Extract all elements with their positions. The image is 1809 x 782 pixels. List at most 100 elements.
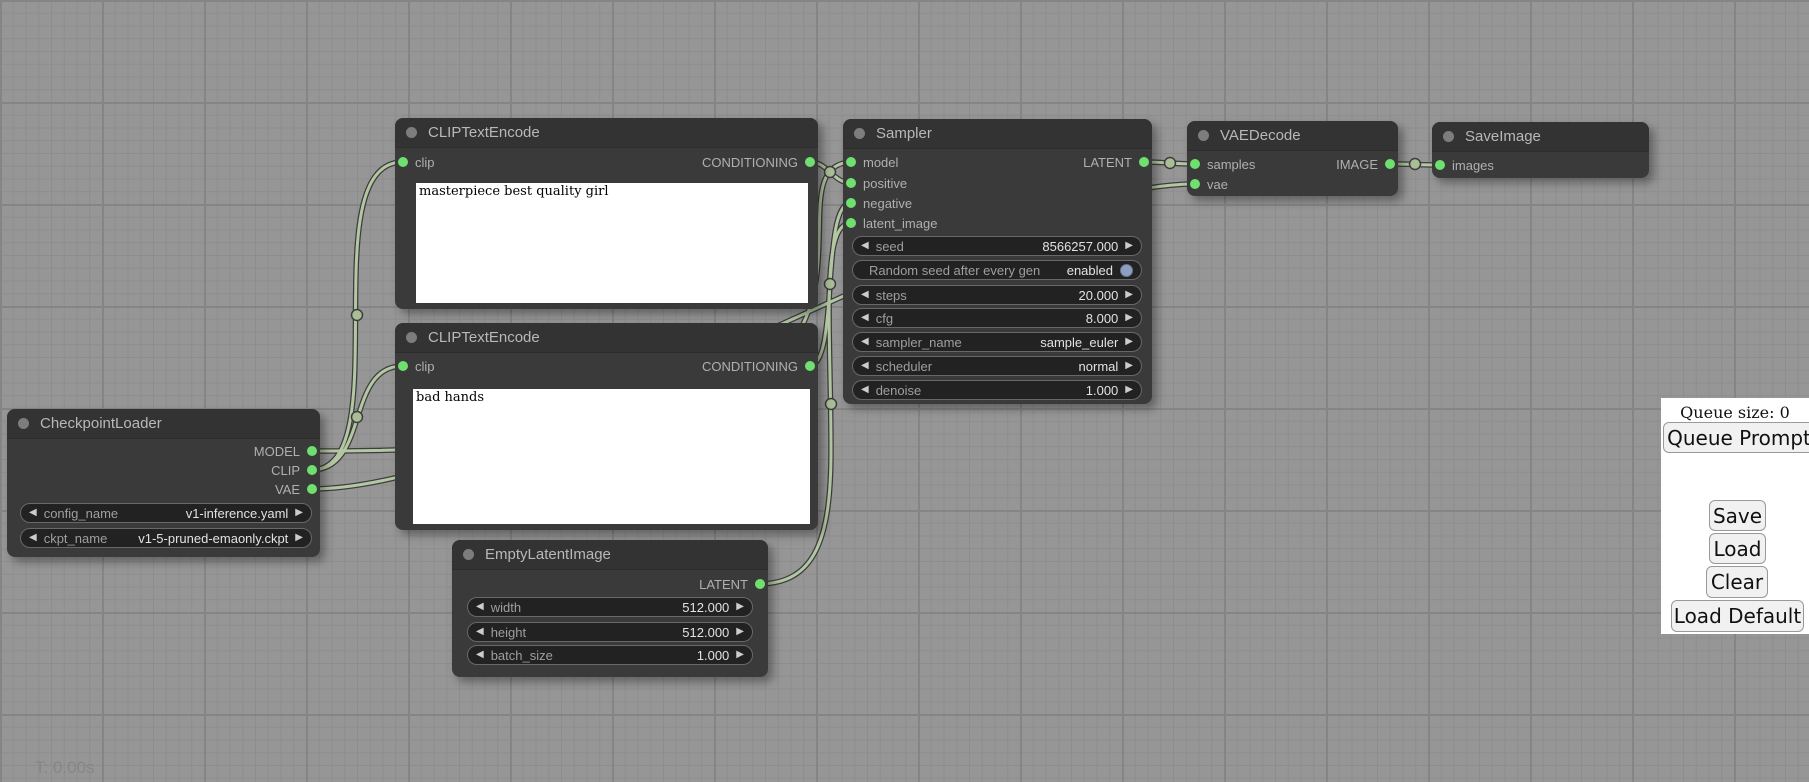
comfyui-canvas[interactable]: { "canvas": { "stats": "T: 0.00s" }, "co… [0, 0, 1809, 782]
slot-dot-icon[interactable] [755, 579, 765, 589]
decrement-arrow-icon[interactable]: ◀ [861, 290, 869, 300]
node-title-bar[interactable]: Sampler [843, 119, 1152, 149]
increment-arrow-icon[interactable]: ▶ [1125, 385, 1133, 395]
increment-arrow-icon[interactable]: ▶ [295, 533, 303, 543]
clear-button[interactable]: Clear [1706, 566, 1768, 598]
increment-arrow-icon[interactable]: ▶ [736, 602, 744, 612]
save-button[interactable]: Save [1709, 500, 1766, 531]
decrement-arrow-icon[interactable]: ◀ [861, 313, 869, 323]
widget-batch-size[interactable]: ◀ batch_size 1.000 ▶ [467, 645, 753, 665]
decrement-arrow-icon[interactable]: ◀ [476, 650, 484, 660]
slot-dot-icon[interactable] [846, 218, 856, 228]
increment-arrow-icon[interactable]: ▶ [1125, 290, 1133, 300]
positive-prompt-textarea[interactable]: masterpiece best quality girl [416, 183, 808, 303]
input-slot-clip[interactable]: clip [398, 356, 435, 376]
slot-dot-icon[interactable] [1139, 157, 1149, 167]
node-title-bar[interactable]: CLIPTextEncode [395, 118, 818, 148]
node-vae-decode[interactable]: VAEDecode samples vae IMAGE [1187, 121, 1398, 196]
input-slot-samples[interactable]: samples [1190, 154, 1255, 174]
node-title-bar[interactable]: EmptyLatentImage [452, 540, 768, 570]
node-title-bar[interactable]: CheckpointLoader [7, 409, 320, 439]
input-slot-images[interactable]: images [1435, 155, 1494, 175]
collapse-dot-icon[interactable] [463, 549, 474, 560]
decrement-arrow-icon[interactable]: ◀ [29, 508, 37, 518]
collapse-dot-icon[interactable] [406, 127, 417, 138]
widget-height[interactable]: ◀ height 512.000 ▶ [467, 622, 753, 642]
node-sampler[interactable]: Sampler model positive negative latent_i… [843, 119, 1152, 404]
node-title-bar[interactable]: CLIPTextEncode [395, 323, 818, 353]
widget-seed[interactable]: ◀ seed 8566257.000 ▶ [852, 236, 1142, 256]
decrement-arrow-icon[interactable]: ◀ [476, 627, 484, 637]
input-slot-latent-image[interactable]: latent_image [846, 213, 937, 233]
widget-denoise[interactable]: ◀ denoise 1.000 ▶ [852, 380, 1142, 400]
increment-arrow-icon[interactable]: ▶ [1125, 337, 1133, 347]
widget-random-seed-toggle[interactable]: Random seed after every gen enabled [852, 260, 1142, 280]
slot-dot-icon[interactable] [846, 157, 856, 167]
slot-dot-icon[interactable] [1435, 160, 1445, 170]
node-title-bar[interactable]: VAEDecode [1187, 121, 1398, 151]
load-button[interactable]: Load [1709, 533, 1766, 564]
output-slot-latent[interactable]: LATENT [699, 574, 765, 594]
decrement-arrow-icon[interactable]: ◀ [861, 385, 869, 395]
output-slot-conditioning[interactable]: CONDITIONING [702, 356, 815, 376]
widget-ckpt-name[interactable]: ◀ ckpt_name v1-5-pruned-emaonly.ckpt ▶ [20, 528, 312, 548]
load-default-button[interactable]: Load Default [1671, 600, 1804, 632]
slot-dot-icon[interactable] [1190, 159, 1200, 169]
collapse-dot-icon[interactable] [854, 128, 865, 139]
toggle-circle-icon[interactable] [1120, 264, 1133, 277]
output-slot-conditioning[interactable]: CONDITIONING [702, 152, 815, 172]
decrement-arrow-icon[interactable]: ◀ [861, 241, 869, 251]
slot-dot-icon[interactable] [1190, 179, 1200, 189]
node-save-image[interactable]: SaveImage images [1432, 122, 1649, 178]
collapse-dot-icon[interactable] [18, 418, 29, 429]
output-slot-vae[interactable]: VAE [275, 479, 317, 499]
slot-dot-icon[interactable] [307, 465, 317, 475]
slot-dot-icon[interactable] [846, 178, 856, 188]
increment-arrow-icon[interactable]: ▶ [736, 650, 744, 660]
slot-dot-icon[interactable] [805, 361, 815, 371]
decrement-arrow-icon[interactable]: ◀ [861, 337, 869, 347]
slot-dot-icon[interactable] [398, 157, 408, 167]
input-slot-model[interactable]: model [846, 152, 898, 172]
slot-label: clip [415, 155, 435, 170]
output-slot-model[interactable]: MODEL [254, 441, 317, 461]
node-empty-latent-image[interactable]: EmptyLatentImage LATENT ◀ width 512.000 … [452, 540, 768, 677]
collapse-dot-icon[interactable] [1198, 130, 1209, 141]
input-slot-negative[interactable]: negative [846, 193, 912, 213]
collapse-dot-icon[interactable] [1443, 131, 1454, 142]
decrement-arrow-icon[interactable]: ◀ [861, 361, 869, 371]
output-slot-image[interactable]: IMAGE [1336, 154, 1395, 174]
decrement-arrow-icon[interactable]: ◀ [476, 602, 484, 612]
node-title-bar[interactable]: SaveImage [1432, 122, 1649, 152]
output-slot-latent[interactable]: LATENT [1083, 152, 1149, 172]
slot-dot-icon[interactable] [398, 361, 408, 371]
widget-config-name[interactable]: ◀ config_name v1-inference.yaml ▶ [20, 503, 312, 523]
widget-steps[interactable]: ◀ steps 20.000 ▶ [852, 285, 1142, 305]
slot-dot-icon[interactable] [846, 198, 856, 208]
increment-arrow-icon[interactable]: ▶ [1125, 361, 1133, 371]
node-checkpoint-loader[interactable]: CheckpointLoader MODEL CLIP VAE ◀ config… [7, 409, 320, 557]
widget-sampler-name[interactable]: ◀ sampler_name sample_euler ▶ [852, 332, 1142, 352]
input-slot-positive[interactable]: positive [846, 173, 907, 193]
node-clip-text-encode-positive[interactable]: CLIPTextEncode clip CONDITIONING masterp… [395, 118, 818, 309]
increment-arrow-icon[interactable]: ▶ [1125, 241, 1133, 251]
decrement-arrow-icon[interactable]: ◀ [29, 533, 37, 543]
queue-prompt-button[interactable]: Queue Prompt [1663, 422, 1809, 453]
node-clip-text-encode-negative[interactable]: CLIPTextEncode clip CONDITIONING bad han… [395, 323, 818, 530]
widget-cfg[interactable]: ◀ cfg 8.000 ▶ [852, 308, 1142, 328]
collapse-dot-icon[interactable] [406, 332, 417, 343]
output-slot-clip[interactable]: CLIP [271, 460, 317, 480]
slot-dot-icon[interactable] [805, 157, 815, 167]
increment-arrow-icon[interactable]: ▶ [295, 508, 303, 518]
input-slot-vae[interactable]: vae [1190, 174, 1228, 194]
slot-dot-icon[interactable] [307, 446, 317, 456]
increment-arrow-icon[interactable]: ▶ [736, 627, 744, 637]
input-slot-clip[interactable]: clip [398, 152, 435, 172]
increment-arrow-icon[interactable]: ▶ [1125, 313, 1133, 323]
slot-label: VAE [275, 482, 300, 497]
slot-dot-icon[interactable] [307, 484, 317, 494]
negative-prompt-textarea[interactable]: bad hands [413, 389, 810, 524]
widget-scheduler[interactable]: ◀ scheduler normal ▶ [852, 356, 1142, 376]
slot-dot-icon[interactable] [1385, 159, 1395, 169]
widget-width[interactable]: ◀ width 512.000 ▶ [467, 597, 753, 617]
